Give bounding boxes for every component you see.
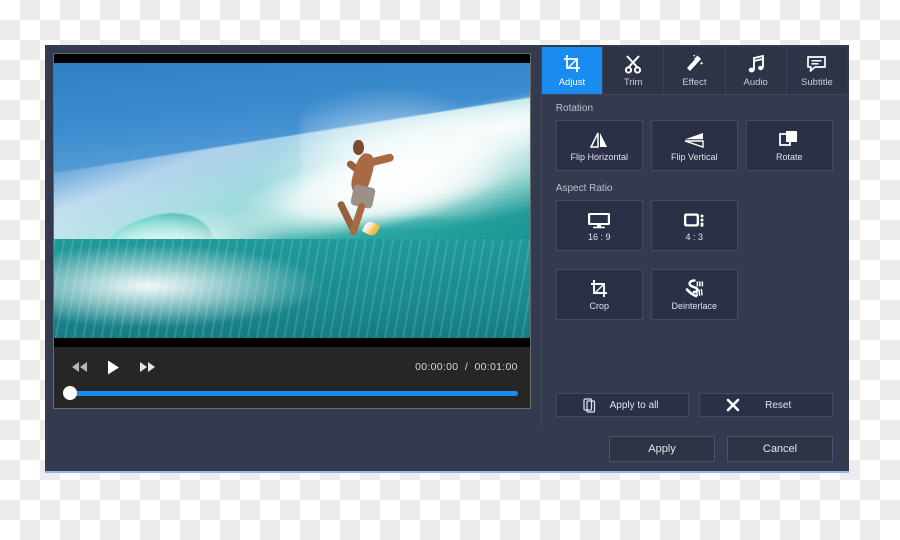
- close-x-icon: [726, 398, 740, 412]
- copy-icon: [583, 397, 596, 413]
- tab-adjust-label: Adjust: [558, 76, 586, 88]
- tab-strip: Adjust Trim Effect Audio Subtitle: [541, 47, 847, 95]
- tab-effect[interactable]: Effect: [664, 47, 726, 94]
- edit-panel: Adjust Trim Effect Audio Subtitle Rotati…: [540, 47, 847, 427]
- rotate-label: Rotate: [776, 151, 803, 162]
- rotate-icon: [778, 130, 800, 150]
- tab-effect-label: Effect: [682, 76, 707, 88]
- crop-icon: [562, 54, 582, 74]
- tab-subtitle-label: Subtitle: [801, 76, 833, 88]
- aspect-4-3-label: 4 : 3: [685, 231, 704, 242]
- play-icon: [107, 360, 120, 375]
- rotation-button-row: Flip Horizontal Flip Vertical Rotate: [555, 120, 833, 171]
- crop-button[interactable]: Crop: [555, 269, 643, 320]
- progress-handle[interactable]: [63, 386, 77, 400]
- flip-horizontal-label: Flip Horizontal: [570, 151, 629, 162]
- reset-label: Reset: [765, 399, 792, 411]
- video-editor-window: 00:00:00 / 00:01:00 Adjust Trim Effect A…: [45, 45, 849, 473]
- apply-to-all-label: Apply to all: [609, 399, 659, 411]
- deinterlace-label: Deinterlace: [671, 300, 718, 311]
- tv-icon: [682, 210, 706, 230]
- action-row: Apply to all Reset: [542, 393, 847, 427]
- video-frame: [54, 63, 530, 338]
- monitor-icon: [586, 210, 612, 230]
- playback-controls-bar: 00:00:00 / 00:01:00: [53, 347, 531, 409]
- tab-audio-label: Audio: [743, 76, 768, 88]
- time-display: 00:00:00 / 00:01:00: [415, 361, 518, 373]
- player-panel: 00:00:00 / 00:01:00: [47, 47, 537, 427]
- music-note-icon: [746, 54, 766, 74]
- deinterlace-button[interactable]: Deinterlace: [650, 269, 738, 320]
- rewind-button[interactable]: [66, 356, 92, 378]
- scrubber-row: [63, 381, 518, 405]
- scissors-icon: [623, 54, 643, 74]
- apply-button[interactable]: Apply: [609, 436, 715, 462]
- reset-button[interactable]: Reset: [699, 393, 833, 417]
- window-footer: Apply Cancel: [45, 427, 849, 471]
- rewind-icon: [71, 361, 88, 373]
- progress-track[interactable]: [63, 386, 518, 400]
- aspect-ratio-group-label: Aspect Ratio: [555, 183, 613, 194]
- speech-bubble-icon: [806, 54, 827, 74]
- apply-to-all-button[interactable]: Apply to all: [555, 393, 690, 417]
- flip-horizontal-button[interactable]: Flip Horizontal: [555, 120, 643, 171]
- crop-label: Crop: [589, 300, 610, 311]
- tab-trim[interactable]: Trim: [603, 47, 665, 94]
- flip-horizontal-icon: [588, 130, 610, 150]
- aspect-16-9-label: 16 : 9: [588, 231, 611, 242]
- adjust-panel-content: Rotation Flip Horizontal Flip Vertical R…: [542, 95, 847, 393]
- aspect-16-9-button[interactable]: 16 : 9: [555, 200, 643, 251]
- magic-wand-icon: [684, 53, 704, 74]
- transport-row: 00:00:00 / 00:01:00: [66, 353, 518, 381]
- cancel-button[interactable]: Cancel: [727, 436, 833, 462]
- aspect-4-3-button[interactable]: 4 : 3: [650, 200, 738, 251]
- flip-vertical-label: Flip Vertical: [671, 151, 718, 162]
- rotate-button[interactable]: Rotate: [745, 120, 833, 171]
- play-button[interactable]: [100, 356, 126, 378]
- tab-subtitle[interactable]: Subtitle: [787, 47, 847, 94]
- video-preview-stage[interactable]: [53, 53, 531, 347]
- tab-trim-label: Trim: [623, 76, 643, 88]
- rotation-group-label: Rotation: [555, 103, 594, 114]
- flip-vertical-icon: [682, 130, 706, 150]
- fast-forward-button[interactable]: [134, 356, 160, 378]
- surfboard: [361, 219, 381, 238]
- foam-patch: [54, 244, 321, 327]
- deinterlace-icon: [683, 278, 705, 299]
- aspect-ratio-button-row: 16 : 9 4 : 3: [555, 200, 833, 251]
- extra-button-row: Crop Deinterlace: [555, 269, 833, 320]
- tab-adjust[interactable]: Adjust: [541, 47, 604, 94]
- fast-forward-icon: [139, 361, 156, 373]
- surfer-figure: [325, 132, 406, 264]
- tab-audio[interactable]: Audio: [726, 47, 787, 94]
- window-body: 00:00:00 / 00:01:00 Adjust Trim Effect A…: [45, 45, 849, 427]
- crop-icon: [588, 279, 610, 299]
- flip-vertical-button[interactable]: Flip Vertical: [650, 120, 738, 171]
